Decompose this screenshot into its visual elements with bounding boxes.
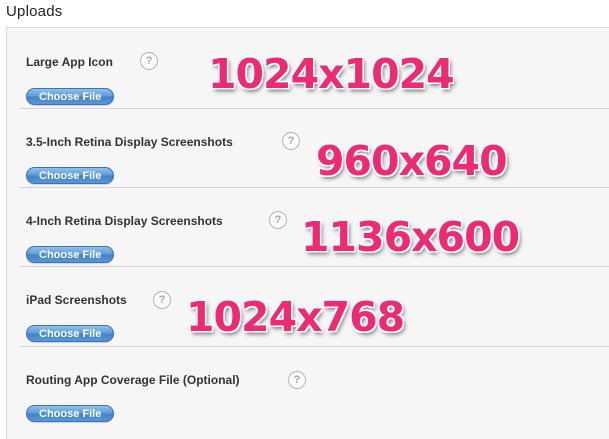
section-title: Uploads xyxy=(6,3,63,20)
choose-file-button-3-5-inch-retina[interactable]: Choose File xyxy=(26,167,115,184)
choose-file-button-large-app-icon[interactable]: Choose File xyxy=(26,88,115,105)
upload-label-3-5-inch-retina: 3.5-Inch Retina Display Screenshots xyxy=(26,135,233,149)
dimension-annotation-large-app-icon: 1024x1024 xyxy=(208,50,455,98)
upload-label-4-inch-retina: 4-Inch Retina Display Screenshots xyxy=(26,214,223,228)
upload-row-routing-app-coverage: Routing App Coverage File (Optional) ? C… xyxy=(19,346,609,439)
upload-label-large-app-icon: Large App Icon xyxy=(26,55,113,69)
question-mark-icon[interactable]: ? xyxy=(269,211,287,229)
question-mark-icon[interactable]: ? xyxy=(282,132,300,150)
choose-file-button-4-inch-retina[interactable]: Choose File xyxy=(26,246,115,263)
dimension-annotation-4-inch-retina: 1136x600 xyxy=(301,213,520,261)
choose-file-button-ipad[interactable]: Choose File xyxy=(26,325,115,342)
upload-row-3-5-inch-retina: 3.5-Inch Retina Display Screenshots ? Ch… xyxy=(19,108,609,188)
question-mark-icon[interactable]: ? xyxy=(288,371,306,389)
dimension-annotation-3-5-inch-retina: 960x640 xyxy=(316,137,508,185)
upload-label-ipad: iPad Screenshots xyxy=(26,293,127,307)
question-mark-icon[interactable]: ? xyxy=(153,291,171,309)
question-mark-icon[interactable]: ? xyxy=(140,52,158,70)
choose-file-button-routing-app-coverage[interactable]: Choose File xyxy=(26,405,115,422)
dimension-annotation-ipad: 1024x768 xyxy=(186,293,405,341)
upload-label-routing-app-coverage: Routing App Coverage File (Optional) xyxy=(26,373,240,387)
